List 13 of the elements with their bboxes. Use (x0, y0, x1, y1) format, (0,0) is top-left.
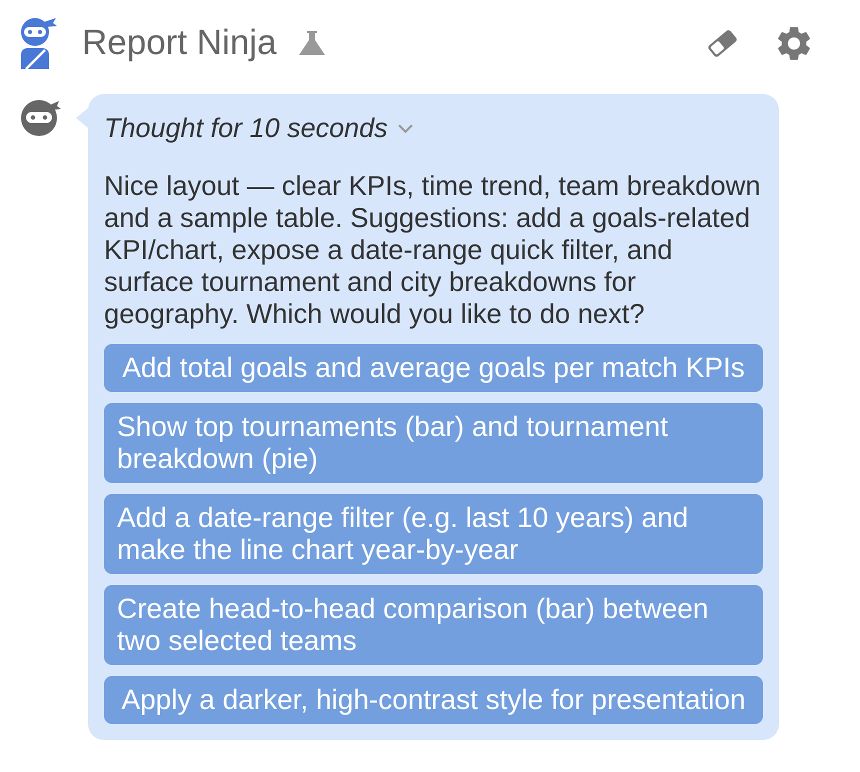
suggestion-button[interactable]: Create head-to-head comparison (bar) between two selected teams (104, 585, 763, 665)
chevron-icon (398, 124, 413, 132)
suggestion-button[interactable]: Apply a darker, high-contrast style for presentation (104, 676, 763, 724)
message-text: Nice layout — clear KPIs, time trend, team breakdown and a sample table. Suggestions: add a goals-related KPI/chart, expose a date-range quick filter, and surface tournament and city breakdowns for geography. Which would you like to do next? (104, 170, 762, 330)
ninja-logo-icon (18, 17, 58, 69)
ninja-avatar-icon (20, 99, 62, 137)
suggestion-button[interactable]: Add total goals and average goals per match KPIs (104, 344, 763, 392)
settings-icon[interactable] (778, 26, 810, 60)
flask-icon (298, 31, 325, 55)
thought-toggle[interactable]: Thought for 10 seconds (104, 112, 413, 144)
app-title: Report Ninja (82, 22, 277, 64)
suggestion-button[interactable]: Add a date-range filter (e.g. last 10 years) and make the line chart year-by-year (104, 494, 763, 574)
suggestion-button[interactable]: Show top tournaments (bar) and tournament breakdown (pie) (104, 403, 763, 483)
